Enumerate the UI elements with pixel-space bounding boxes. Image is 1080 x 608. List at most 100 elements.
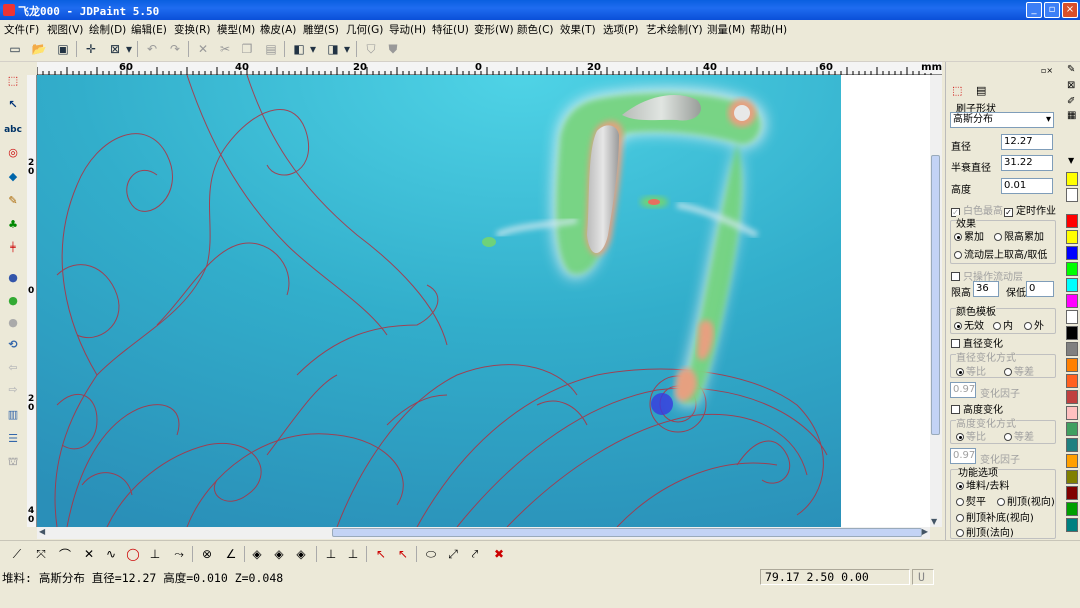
color-swatch[interactable] bbox=[1066, 310, 1078, 324]
undo-icon[interactable]: ↶ bbox=[143, 40, 161, 58]
horizontal-scroll-thumb[interactable] bbox=[332, 528, 922, 537]
brush-shape-select[interactable]: 高斯分布 ▾ bbox=[950, 112, 1054, 128]
delete-icon[interactable]: ✕ bbox=[194, 40, 212, 58]
select-tool-icon[interactable]: ⬚ bbox=[3, 70, 23, 90]
vertical-scroll-thumb[interactable] bbox=[931, 155, 940, 435]
zoom-window-icon[interactable]: ⊠ bbox=[106, 40, 124, 58]
color-swatch[interactable] bbox=[1066, 422, 1078, 436]
color-swatch[interactable] bbox=[1066, 326, 1078, 340]
menu-model[interactable]: 模型(M) bbox=[217, 22, 255, 37]
arc-tool-icon[interactable]: ⌒ bbox=[56, 545, 74, 563]
pin-blue-icon[interactable]: ● bbox=[3, 267, 23, 287]
crosshair-icon[interactable]: ✛ bbox=[82, 40, 100, 58]
color-swatch[interactable] bbox=[1066, 230, 1078, 244]
func-cut-normal-radio[interactable]: 削顶(法向) bbox=[956, 524, 1014, 539]
menu-eraser[interactable]: 橡皮(A) bbox=[260, 22, 296, 37]
offset-icon[interactable]: ◈ bbox=[292, 545, 310, 563]
color-swatch[interactable] bbox=[1066, 406, 1078, 420]
color-swatch[interactable] bbox=[1066, 278, 1078, 292]
grid-tool-icon[interactable]: ☰ bbox=[3, 428, 23, 448]
path-icon[interactable]: ⤢ bbox=[444, 545, 462, 563]
menu-deform[interactable]: 变形(W) bbox=[474, 22, 514, 37]
effect-limit-accum-radio[interactable]: 限高累加 bbox=[994, 228, 1044, 243]
eyedropper-icon[interactable]: ✐ bbox=[1067, 96, 1075, 107]
no-color-icon[interactable]: ⊠ bbox=[1067, 80, 1075, 91]
limit-high-field[interactable]: 36 bbox=[973, 281, 999, 297]
color-swatch[interactable] bbox=[1066, 246, 1078, 260]
height-factor-field[interactable]: 0.97 bbox=[950, 448, 976, 464]
text-tool-icon[interactable]: abc bbox=[3, 120, 23, 140]
swatch-grid-icon[interactable]: ▦ bbox=[1067, 110, 1076, 121]
stamp-tool-icon[interactable]: ♣ bbox=[3, 214, 23, 234]
func-flatten-radio[interactable]: 熨平 bbox=[956, 493, 986, 508]
diameter-change-checkbox[interactable]: 直径变化 bbox=[951, 335, 1003, 350]
scale-tool-icon[interactable]: ╪ bbox=[3, 238, 23, 258]
line-tool-icon[interactable]: ⟋ bbox=[8, 545, 26, 563]
template-inner-radio[interactable]: 内 bbox=[993, 317, 1013, 332]
func-cut-fill-radio[interactable]: 削顶补底(视向) bbox=[956, 509, 1034, 524]
drawing-canvas[interactable] bbox=[37, 75, 841, 527]
diameter-factor-field[interactable]: 0.97 bbox=[950, 382, 976, 398]
trim-tool-icon[interactable]: ✕ bbox=[80, 545, 98, 563]
zoom-dropdown-icon[interactable]: ▾ bbox=[124, 40, 134, 58]
color-swatch[interactable] bbox=[1066, 438, 1078, 452]
func-add-remove-radio[interactable]: 堆料/去料 bbox=[956, 477, 1009, 492]
curve-tool-icon[interactable]: ∿ bbox=[102, 545, 120, 563]
horizontal-scrollbar[interactable]: ◀ ▶ bbox=[37, 527, 930, 539]
color-swatch[interactable] bbox=[1066, 518, 1078, 532]
view-3d-dropdown-icon[interactable]: ▾ bbox=[308, 40, 318, 58]
deselect-x-icon[interactable]: ↖ bbox=[394, 545, 412, 563]
maximize-button[interactable]: ▫ bbox=[1044, 2, 1060, 18]
menu-effect[interactable]: 效果(T) bbox=[560, 22, 596, 37]
minimize-button[interactable]: _ bbox=[1026, 2, 1042, 18]
circle-tool-icon[interactable]: ◯ bbox=[124, 545, 142, 563]
copy-icon[interactable]: ❐ bbox=[238, 40, 256, 58]
effect-flow-radio[interactable]: 流动层上取高/取低 bbox=[954, 246, 1047, 261]
menu-draw[interactable]: 绘制(D) bbox=[89, 22, 126, 37]
cancel-icon[interactable]: ✖ bbox=[490, 545, 508, 563]
perpendicular-icon[interactable]: ⊥ bbox=[146, 545, 164, 563]
panel-tab-brush-icon[interactable]: ⬚ bbox=[952, 84, 962, 97]
color-swatch[interactable] bbox=[1066, 262, 1078, 276]
template-none-radio[interactable]: 无效 bbox=[954, 317, 984, 332]
transform-icon[interactable]: ⬭ bbox=[422, 545, 440, 563]
menu-view[interactable]: 视图(V) bbox=[47, 22, 83, 37]
color-swatch[interactable] bbox=[1066, 214, 1078, 228]
height-ratio-radio[interactable]: 等比 bbox=[956, 428, 986, 443]
menu-sculpt[interactable]: 雕塑(S) bbox=[303, 22, 339, 37]
effect-accum-radio[interactable]: 累加 bbox=[954, 228, 984, 243]
menu-options[interactable]: 选项(P) bbox=[603, 22, 639, 37]
pin-green-icon[interactable]: ● bbox=[3, 290, 23, 310]
level-tool-icon[interactable]: ⊥ bbox=[322, 545, 340, 563]
open-folder-icon[interactable]: 📂 bbox=[30, 40, 48, 58]
func-cut-view-radio[interactable]: 削顶(视向) bbox=[997, 493, 1055, 508]
menu-art-draw[interactable]: 艺术绘制(Y) bbox=[646, 22, 703, 37]
color-swatch[interactable] bbox=[1066, 172, 1078, 186]
close-button[interactable]: × bbox=[1062, 2, 1078, 18]
menu-help[interactable]: 帮助(H) bbox=[750, 22, 787, 37]
menu-feature[interactable]: 特征(U) bbox=[432, 22, 469, 37]
view-3d-icon[interactable]: ◧ bbox=[290, 40, 308, 58]
view-box-dropdown-icon[interactable]: ▾ bbox=[342, 40, 352, 58]
level-plus-icon[interactable]: ⊥ bbox=[344, 545, 362, 563]
menu-edit[interactable]: 编辑(E) bbox=[131, 22, 167, 37]
layer-stack-icon[interactable]: ▥ bbox=[3, 404, 23, 424]
height-change-checkbox[interactable]: 高度变化 bbox=[951, 401, 1003, 416]
diameter-ratio-radio[interactable]: 等比 bbox=[956, 363, 986, 378]
mirror-icon[interactable]: ◈ bbox=[248, 545, 266, 563]
node-edit-icon[interactable]: ↖ bbox=[3, 94, 23, 114]
angle-snap-icon[interactable]: ∠ bbox=[222, 545, 240, 563]
color-swatch[interactable] bbox=[1066, 470, 1078, 484]
shape-tool-icon[interactable]: ◎ bbox=[3, 142, 23, 162]
shield-alt-icon[interactable]: ⛊ bbox=[384, 40, 402, 58]
node-tool-icon[interactable]: ⤧ bbox=[32, 545, 50, 563]
color-swatch[interactable] bbox=[1066, 342, 1078, 356]
arrow-left-icon[interactable]: ⇦ bbox=[3, 357, 23, 377]
new-file-icon[interactable]: ▭ bbox=[6, 40, 24, 58]
palette-scroll-down-icon[interactable]: ▼ bbox=[1068, 156, 1074, 165]
timed-job-checkbox[interactable]: ✓ 定时作业 bbox=[1004, 202, 1056, 217]
scroll-left-icon[interactable]: ◀ bbox=[39, 527, 45, 536]
color-swatch[interactable] bbox=[1066, 188, 1078, 202]
point-snap-icon[interactable]: ⊗ bbox=[198, 545, 216, 563]
panel-float-icon[interactable]: ▫× bbox=[1041, 66, 1053, 75]
